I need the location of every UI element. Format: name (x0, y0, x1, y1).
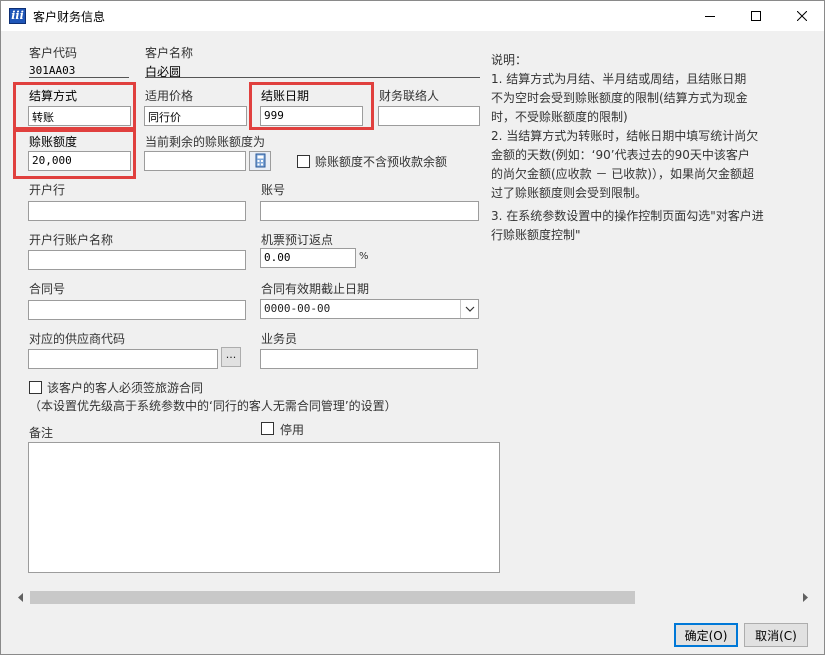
contract-expiry-value: 0000-00-00 (264, 302, 331, 315)
chevron-down-icon (465, 306, 474, 312)
scroll-right-icon[interactable] (801, 593, 809, 602)
disable-checkbox[interactable] (261, 422, 274, 435)
account-number-field[interactable] (260, 201, 479, 221)
notes-title: 说明： (491, 53, 528, 67)
dropdown-arrow[interactable] (460, 300, 478, 318)
window-title: 客户财务信息 (33, 10, 106, 24)
scrollbar-thumb[interactable] (30, 591, 635, 604)
notes-line: 3. 在系统参数设置中的操作控制页面勾选"对客户进 (491, 209, 764, 223)
title-bar[interactable]: iii 客户财务信息 (1, 1, 824, 31)
account-name-field[interactable] (28, 250, 246, 270)
maximize-button[interactable] (733, 1, 779, 31)
bank-label: 开户行 (29, 183, 66, 197)
close-button[interactable] (779, 1, 825, 31)
close-icon (797, 11, 807, 21)
customer-finance-dialog: iii 客户财务信息 客户代码 301AA03 客户名称 白必圆 结算方式 转账… (0, 0, 825, 655)
tour-contract-checkbox[interactable] (29, 381, 42, 394)
highlight-credit-limit (13, 129, 136, 179)
rebate-label: 机票预订返点 (261, 233, 334, 247)
customer-code-label: 客户代码 (29, 46, 78, 60)
notes-panel: 说明： 1. 结算方式为月结、半月结或周结，且结账日期 不为空时会受到赊账额度的… (491, 51, 764, 245)
exclude-prepay-label: 赊账额度不含预收款余额 (315, 155, 448, 169)
customer-code-underline (29, 77, 129, 78)
contract-number-label: 合同号 (29, 282, 66, 296)
contract-expiry-label: 合同有效期截止日期 (261, 282, 370, 296)
notes-line: 的尚欠金额(应收款 － 已收款)），如果尚欠金额超 (491, 167, 754, 181)
scroll-left-icon[interactable] (17, 593, 25, 602)
highlight-settlement-date (249, 82, 374, 130)
customer-name-underline (145, 77, 480, 78)
notes-line: 过了赊账额度则会受到限制。 (491, 186, 648, 200)
form-panel: 客户代码 301AA03 客户名称 白必圆 结算方式 转账 适用价格 同行价 结… (13, 39, 813, 604)
notes-line: 金额的天数(例如：‘90’代表过去的90天中该客户 (491, 148, 750, 162)
salesperson-field[interactable] (260, 349, 478, 369)
customer-code-value: 301AA03 (29, 64, 76, 77)
remarks-textarea[interactable] (28, 442, 500, 573)
bank-field[interactable] (28, 201, 246, 221)
supplier-code-field[interactable] (28, 349, 218, 369)
rebate-field[interactable]: 0.00 (260, 248, 356, 268)
minimize-button[interactable] (687, 1, 733, 31)
tour-contract-note: （本设置优先级高于系统参数中的‘同行的客人无需合同管理’的设置） (29, 399, 397, 413)
horizontal-scrollbar[interactable] (13, 589, 813, 606)
account-number-label: 账号 (261, 183, 286, 197)
ok-button[interactable]: 确定(O) (674, 623, 738, 647)
contract-expiry-dropdown[interactable]: 0000-00-00 (260, 299, 479, 319)
minimize-icon (705, 16, 715, 17)
calculator-icon (255, 153, 266, 168)
remaining-credit-field (144, 151, 246, 171)
app-logo-icon: iii (9, 8, 26, 24)
finance-contact-field[interactable] (378, 106, 480, 126)
applicable-price-field[interactable]: 同行价 (144, 106, 247, 126)
notes-line: 行赊账额度控制" (491, 228, 581, 242)
rebate-unit: % (359, 251, 369, 262)
notes-line: 不为空时会受到赊账额度的限制(结算方式为现金 (491, 91, 748, 105)
exclude-prepay-checkbox[interactable] (297, 155, 310, 168)
supplier-browse-button[interactable]: ... (221, 347, 241, 367)
highlight-settlement-method (13, 82, 136, 130)
notes-line: 时，不受赊账额度的限制) (491, 110, 628, 124)
account-name-label: 开户行账户名称 (29, 233, 114, 247)
applicable-price-label: 适用价格 (145, 89, 194, 103)
remarks-label: 备注 (29, 426, 54, 440)
supplier-code-label: 对应的供应商代码 (29, 332, 126, 346)
maximize-icon (751, 11, 761, 21)
remaining-credit-label: 当前剩余的赊账额度为 (145, 135, 266, 149)
notes-line: 2. 当结算方式为转账时，结帐日期中填写统计尚欠 (491, 129, 759, 143)
contract-number-field[interactable] (28, 300, 246, 320)
notes-line: 1. 结算方式为月结、半月结或周结，且结账日期 (491, 72, 747, 86)
tour-contract-label: 该客户的客人必须签旅游合同 (47, 381, 204, 395)
calculate-button[interactable] (249, 151, 271, 171)
disable-label: 停用 (280, 423, 305, 437)
salesperson-label: 业务员 (261, 332, 298, 346)
customer-name-label: 客户名称 (145, 46, 194, 60)
finance-contact-label: 财务联络人 (379, 89, 440, 103)
cancel-button[interactable]: 取消(C) (744, 623, 808, 647)
